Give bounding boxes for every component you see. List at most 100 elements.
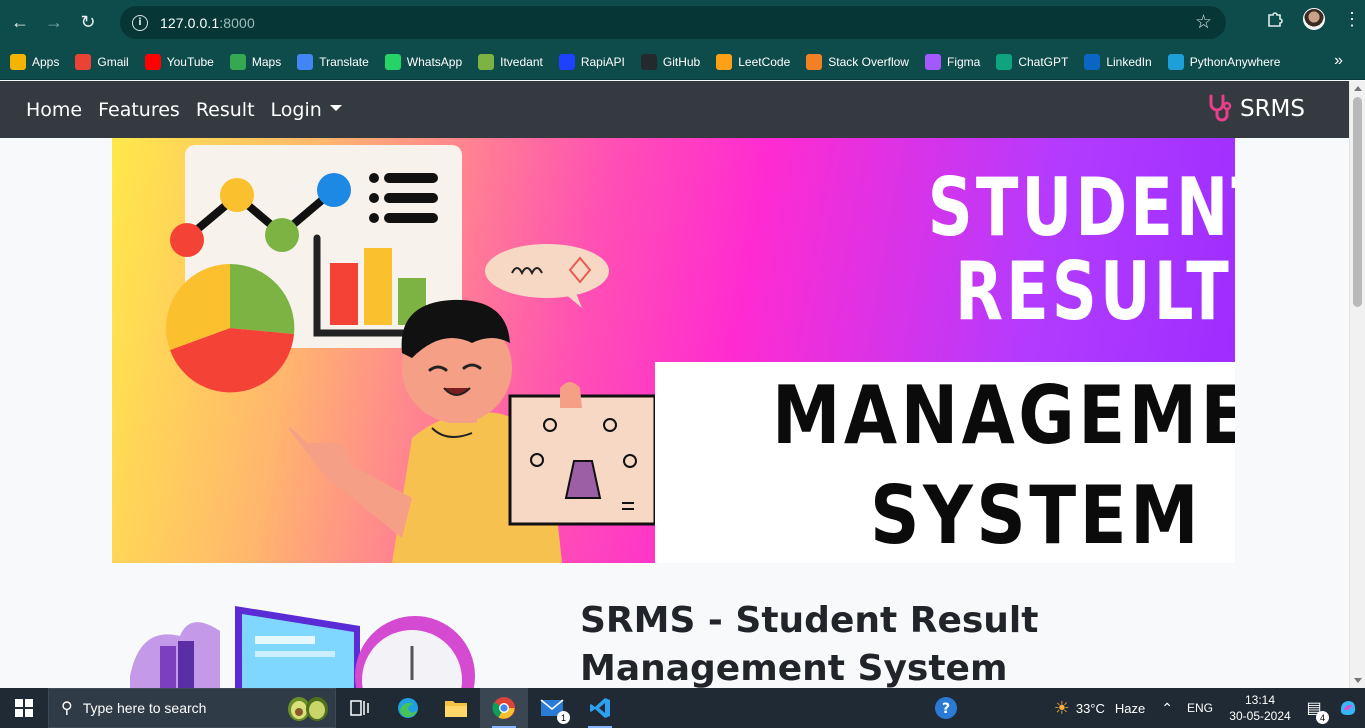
github-icon — [640, 53, 657, 70]
url-port: :8000 — [219, 14, 255, 31]
url-text[interactable]: 127.0.0.1:8000 — [160, 15, 255, 31]
weather-desc: Haze — [1114, 700, 1146, 716]
bookmark-rapiapi[interactable]: RapiAPI — [558, 53, 625, 70]
bookmark-label: PythonAnywhere — [1189, 54, 1281, 69]
svg-text:?: ? — [942, 701, 950, 717]
page-scrollbar[interactable] — [1349, 81, 1365, 688]
rapidapi-icon — [558, 53, 575, 70]
edge-icon — [398, 698, 418, 718]
clock[interactable]: 13:14 30-05-2024 — [1223, 692, 1297, 724]
taskbar-edge[interactable] — [384, 688, 432, 728]
reload-button[interactable]: ↻ — [74, 8, 102, 36]
bookmark-stack-overflow[interactable]: Stack Overflow — [806, 53, 909, 70]
profile-avatar[interactable] — [1303, 8, 1325, 30]
bookmark-label: Stack Overflow — [828, 54, 909, 69]
whatsapp-icon — [384, 53, 401, 70]
pythonanywhere-icon — [1167, 53, 1184, 70]
bookmark-pythonanywhere[interactable]: PythonAnywhere — [1167, 53, 1281, 70]
url-host: 127.0.0.1 — [160, 14, 220, 31]
bookmarks-overflow-icon[interactable]: » — [1334, 52, 1343, 70]
isometric-illustration — [130, 606, 475, 688]
address-bar[interactable]: i 127.0.0.1:8000 ☆ — [120, 6, 1226, 39]
forward-button[interactable]: → — [40, 8, 68, 36]
bookmark-maps[interactable]: Maps — [229, 53, 281, 70]
bookmark-gmail[interactable]: Gmail — [75, 53, 129, 70]
bookmark-star-icon[interactable]: ☆ — [1195, 11, 1212, 34]
bookmark-label: Gmail — [97, 54, 129, 69]
sun-haze-icon: ☀ — [1053, 697, 1070, 718]
weather-widget[interactable]: ☀ 33°C Haze — [1054, 698, 1146, 719]
back-button[interactable]: ← — [6, 8, 34, 36]
bookmark-youtube[interactable]: YouTube — [144, 53, 214, 70]
arrow-left-icon: ← — [11, 11, 29, 32]
nav-login-dropdown[interactable]: Login — [271, 99, 342, 121]
arrow-right-icon: → — [45, 11, 63, 32]
hero-line-management: MANAGEMENT — [772, 369, 1235, 462]
nav-result-link[interactable]: Result — [196, 99, 255, 121]
bookmark-itvedant[interactable]: Itvedant — [478, 53, 543, 70]
figma-icon — [924, 53, 941, 70]
bookmark-apps[interactable]: Apps — [10, 53, 60, 70]
stackoverflow-icon — [806, 53, 823, 70]
bookmark-translate[interactable]: Translate — [297, 53, 369, 70]
chrome-icon — [492, 697, 515, 719]
scroll-down-icon[interactable] — [1354, 678, 1362, 683]
hero-title-white: STUDENT RESULT — [928, 166, 1235, 338]
taskbar-vscode[interactable] — [576, 688, 624, 728]
apps-grid-icon — [10, 53, 26, 70]
bookmarks-bar: Apps Gmail YouTube Maps Translate WhatsApp Itv… — [0, 44, 1365, 80]
stethoscope-icon — [1209, 94, 1232, 122]
browser-menu-icon[interactable]: ⋮ — [1343, 9, 1361, 30]
mail-badge: 1 — [557, 711, 570, 724]
scroll-thumb[interactable] — [1353, 97, 1362, 307]
leetcode-icon — [716, 53, 733, 70]
itvedant-icon — [478, 53, 495, 70]
vscode-icon — [590, 698, 610, 718]
notification-center[interactable]: ▤ 4 — [1297, 698, 1331, 724]
bookmark-leetcode[interactable]: LeetCode — [716, 53, 791, 70]
nav-home-link[interactable]: Home — [26, 99, 82, 121]
taskbar-search-box[interactable]: ⚲ Type here to search — [48, 688, 336, 728]
bookmark-linkedin[interactable]: LinkedIn — [1084, 53, 1152, 70]
section-heading: SRMS - Student Result Management System — [580, 600, 1039, 688]
nav-login-label: Login — [270, 98, 322, 121]
translate-icon — [297, 53, 314, 70]
bookmark-label: Apps — [32, 54, 60, 69]
language-indicator[interactable]: ENG — [1187, 701, 1213, 715]
task-view-icon — [350, 700, 369, 716]
bookmark-label: WhatsApp — [406, 54, 463, 69]
task-view-button[interactable] — [336, 688, 384, 728]
site-info-icon[interactable]: i — [132, 14, 148, 31]
hero-banner-image: STUDENT RESULT MANAGEMENT SYSTEM — [112, 138, 1235, 563]
nav-features-link[interactable]: Features — [98, 99, 180, 121]
bookmark-github[interactable]: GitHub — [640, 53, 701, 70]
bookmark-label: RapiAPI — [580, 54, 625, 69]
folder-icon — [445, 701, 467, 717]
taskbar-file-explorer[interactable] — [432, 688, 480, 728]
bookmark-label: GitHub — [662, 54, 701, 69]
clock-date: 30-05-2024 — [1229, 709, 1291, 723]
hero-title-black: MANAGEMENT SYSTEM — [772, 366, 1235, 563]
taskbar-chrome[interactable] — [480, 688, 528, 728]
copilot-icon — [1340, 701, 1356, 715]
bookmark-label: Itvedant — [500, 54, 543, 69]
bookmark-figma[interactable]: Figma — [924, 53, 980, 70]
weather-temp: 33°C — [1075, 700, 1105, 716]
reload-icon: ↻ — [80, 11, 96, 32]
brand-logo-link[interactable]: SRMS — [1206, 94, 1305, 124]
bookmark-chatgpt[interactable]: ChatGPT — [996, 53, 1069, 70]
brand-text: SRMS — [1239, 96, 1305, 122]
scroll-up-icon[interactable] — [1354, 86, 1362, 91]
copilot-button[interactable] — [1331, 698, 1365, 718]
bookmark-label: LeetCode — [738, 54, 791, 69]
extensions-puzzle-icon[interactable] — [1265, 9, 1285, 29]
start-button[interactable] — [0, 688, 48, 728]
bookmark-whatsapp[interactable]: WhatsApp — [384, 53, 463, 70]
windows-logo-icon — [15, 699, 33, 717]
chevron-up-icon[interactable]: ⌃ — [1161, 700, 1173, 717]
taskbar-mail[interactable]: 1 — [528, 688, 576, 728]
hero-line-result: RESULT — [954, 245, 1232, 338]
bookmark-label: ChatGPT — [1018, 54, 1069, 69]
avocado-icon — [288, 697, 328, 721]
help-tray-item[interactable]: ? — [922, 696, 970, 720]
